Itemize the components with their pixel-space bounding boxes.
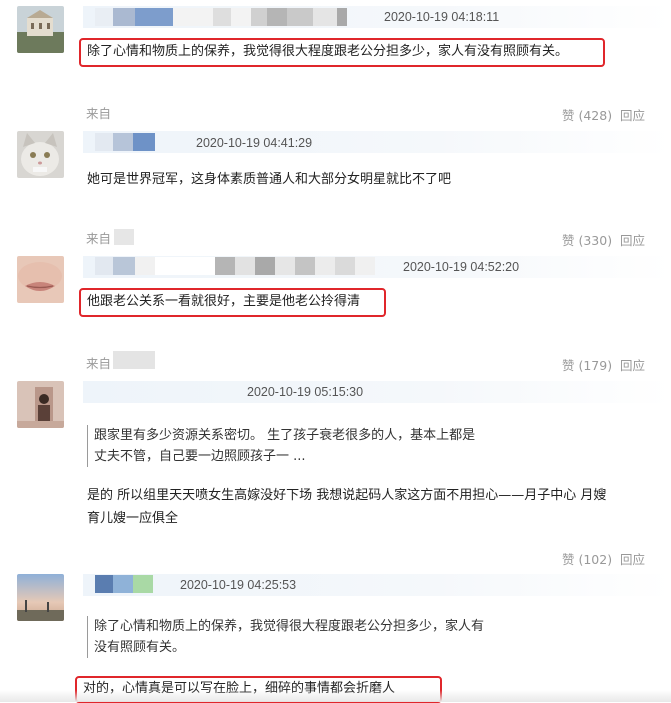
comment-timestamp: 2020-10-19 04:18:11 [384,10,500,24]
avatar[interactable] [17,256,64,303]
source-label: 来自 [86,356,112,371]
like-button[interactable]: 赞 (102) [562,549,612,568]
reply-button[interactable]: 回应 [620,105,645,124]
username-blurred[interactable] [95,575,153,593]
source-label: 来自 [86,231,112,246]
comment-timestamp: 2020-10-19 04:41:29 [196,136,313,150]
source-blurred[interactable] [113,351,155,369]
quote-line: 没有照顾有关。 [94,640,186,655]
avatar[interactable] [17,381,64,428]
username-blurred[interactable] [95,257,375,275]
reply-button[interactable]: 回应 [620,549,645,568]
comment-timestamp: 2020-10-19 04:52:20 [403,260,520,274]
like-button[interactable]: 赞 (428) [562,105,612,124]
comment-text: 他跟老公关系一看就很好，主要是他老公拎得清 [87,294,361,309]
avatar[interactable] [17,574,64,621]
comment-5: 2020-10-19 04:25:53 除了心情和物质上的保养，我觉得很大程度跟… [0,568,671,703]
reply-button[interactable]: 回应 [620,355,645,374]
quote-line: 跟家里有多少资源关系密切。 生了孩子衰老很多的人，基本上都是 [94,428,476,443]
source-label: 来自 [86,106,112,121]
comment-4: 2020-10-19 05:15:30 跟家里有多少资源关系密切。 生了孩子衰老… [0,375,671,568]
like-button[interactable]: 赞 (330) [562,230,612,249]
comment-header-bar [83,381,671,403]
comment-text-line: 育儿嫂一应俱全 [87,511,179,526]
quoted-comment: 跟家里有多少资源关系密切。 生了孩子衰老很多的人，基本上都是 丈夫不管，自己要一… [87,425,475,467]
comment-2: 2020-10-19 04:41:29 她可是世界冠军，这身体素质普通人和大部分… [0,125,671,255]
comment-header-bar [83,574,671,596]
comment-text-line: 是的 所以组里天天喷女生高嫁没好下场 我想说起码人家这方面不用担心——月子中心 … [87,488,607,503]
comment-text: 她可是世界冠军，这身体素质普通人和大部分女明星就比不了吧 [87,172,452,187]
comment-timestamp: 2020-10-19 04:25:53 [180,578,297,592]
comment-timestamp: 2020-10-19 05:15:30 [247,385,364,399]
quoted-comment: 除了心情和物质上的保养，我觉得很大程度跟老公分担多少，家人有 没有照顾有关。 [87,616,484,658]
window-bottom-edge [0,690,671,702]
comment-text: 除了心情和物质上的保养，我觉得很大程度跟老公分担多少，家人有没有照顾有关。 [87,44,569,59]
reply-button[interactable]: 回应 [620,230,645,249]
like-button[interactable]: 赞 (179) [562,355,612,374]
username-blurred[interactable] [95,133,155,151]
comment-1: 2020-10-19 04:18:11 除了心情和物质上的保养，我觉得很大程度跟… [0,0,671,125]
comment-header-bar [83,131,671,153]
quote-line: 除了心情和物质上的保养，我觉得很大程度跟老公分担多少，家人有 [94,619,485,634]
avatar[interactable] [17,6,64,53]
comment-3: 2020-10-19 04:52:20 他跟老公关系一看就很好，主要是他老公拎得… [0,250,671,375]
username-blurred[interactable] [95,8,347,26]
source-blurred[interactable] [114,229,134,245]
avatar[interactable] [17,131,64,178]
quote-line: 丈夫不管，自己要一边照顾孩子一 ... [94,449,306,464]
